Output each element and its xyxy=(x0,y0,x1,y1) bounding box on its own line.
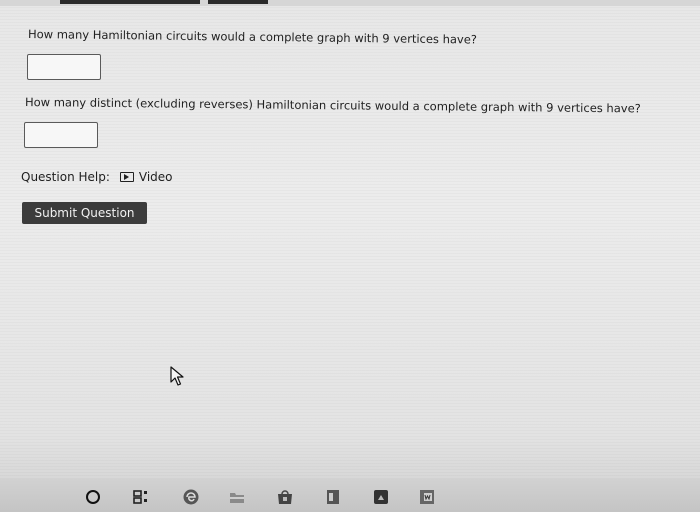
question-help-label: Question Help: xyxy=(21,170,110,184)
mouse-pointer-icon xyxy=(170,366,184,386)
question-help-row: Question Help: Video xyxy=(21,170,173,184)
submit-question-button[interactable]: Submit Question xyxy=(22,202,147,224)
video-help-label: Video xyxy=(138,170,173,184)
question-1-answer-input[interactable] xyxy=(27,54,101,80)
os-taskbar xyxy=(0,478,700,512)
word-icon[interactable] xyxy=(418,488,436,506)
notes-app-icon[interactable] xyxy=(324,488,342,506)
edge-browser-icon[interactable] xyxy=(182,488,200,506)
question-2-answer-input[interactable] xyxy=(24,122,98,148)
photos-app-icon[interactable] xyxy=(372,488,390,506)
file-explorer-icon[interactable] xyxy=(228,488,246,506)
start-circle-icon[interactable] xyxy=(86,490,100,504)
question-1-text: How many Hamiltonian circuits would a co… xyxy=(27,27,478,47)
browser-tab[interactable] xyxy=(208,0,268,4)
store-icon[interactable] xyxy=(276,488,294,506)
task-view-icon[interactable] xyxy=(133,488,151,506)
screen-background: How many Hamiltonian circuits would a co… xyxy=(0,0,700,512)
video-help-link[interactable]: Video xyxy=(119,170,173,184)
question-2-text: How many distinct (excluding reverses) H… xyxy=(24,95,641,116)
browser-tab-active[interactable] xyxy=(60,0,200,4)
video-play-icon xyxy=(119,172,134,182)
